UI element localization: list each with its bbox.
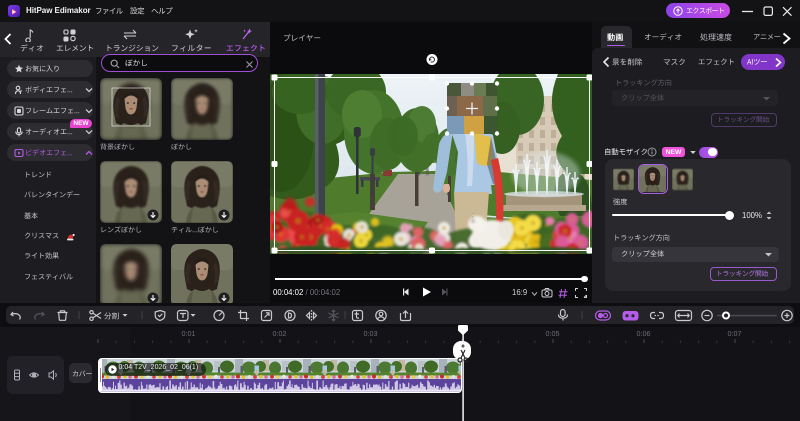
- svg-text:0:01: 0:01: [182, 329, 196, 338]
- svg-text:0:05: 0:05: [546, 329, 560, 338]
- svg-text:0:06: 0:06: [637, 329, 651, 338]
- svg-text:0:03: 0:03: [364, 329, 378, 338]
- svg-text:0:07: 0:07: [728, 329, 742, 338]
- svg-text:0:02: 0:02: [273, 329, 287, 338]
